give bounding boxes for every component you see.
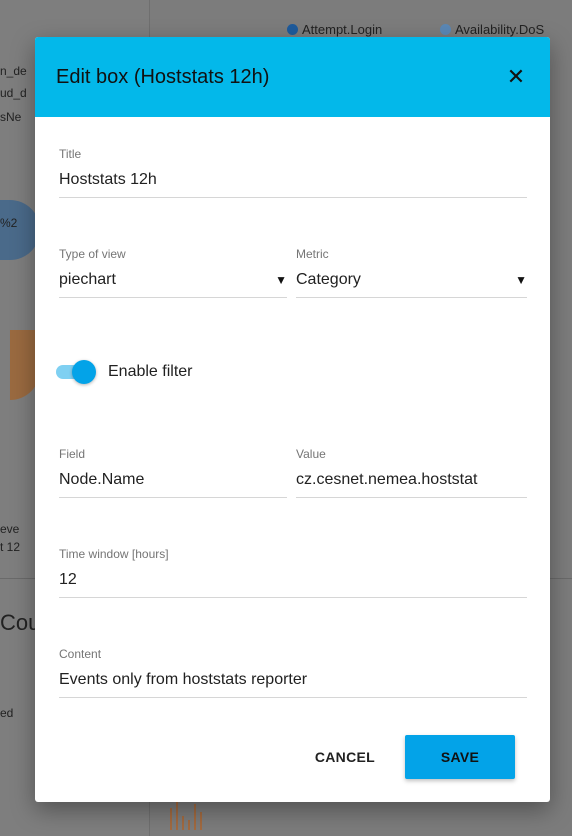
time-window-field[interactable]: Time window [hours] 12 bbox=[59, 547, 527, 598]
backdrop-bar-chart bbox=[170, 800, 202, 830]
legend-label: Availability.DoS bbox=[455, 22, 545, 37]
enable-filter-toggle[interactable]: Enable filter bbox=[56, 360, 193, 384]
content-label: Content bbox=[59, 647, 102, 661]
time-window-label: Time window [hours] bbox=[59, 547, 169, 561]
field-input[interactable]: Node.Name bbox=[59, 471, 287, 498]
backdrop-text: sNe bbox=[0, 110, 22, 124]
legend-dot-icon bbox=[440, 24, 451, 35]
toggle-thumb[interactable] bbox=[72, 360, 96, 384]
title-field[interactable]: Title Hoststats 12h bbox=[59, 147, 527, 198]
filter-field[interactable]: Field Node.Name bbox=[59, 447, 287, 498]
enable-filter-label: Enable filter bbox=[108, 363, 193, 380]
legend-item-availability-dos: Availability.DoS bbox=[440, 22, 544, 37]
type-of-view-dropdown[interactable]: piechart ▼ bbox=[59, 271, 287, 298]
title-input[interactable]: Hoststats 12h bbox=[59, 171, 527, 198]
backdrop-text: t 12 bbox=[0, 540, 21, 554]
field-label: Field bbox=[59, 447, 86, 461]
legend-item-attempt-login: Attempt.Login bbox=[287, 22, 382, 37]
backdrop-text: ud_d bbox=[0, 86, 27, 100]
content-field[interactable]: Content Events only from hoststats repor… bbox=[59, 647, 527, 698]
time-window-input[interactable]: 12 bbox=[59, 571, 527, 598]
backdrop-text: %2 bbox=[0, 216, 18, 230]
title-field-label: Title bbox=[59, 147, 82, 161]
backdrop-text: eve bbox=[0, 522, 20, 536]
dropdown-arrow-icon[interactable]: ▼ bbox=[515, 273, 527, 287]
legend-dot-icon bbox=[287, 24, 298, 35]
dialog-title: Edit box (Hoststats 12h) bbox=[56, 65, 270, 88]
value-input[interactable]: cz.cesnet.nemea.hoststat bbox=[296, 471, 527, 498]
value-label: Value bbox=[296, 447, 326, 461]
metric-label: Metric bbox=[296, 247, 329, 261]
edit-box-dialog: Edit box (Hoststats 12h) ✕ Title Hoststa… bbox=[35, 37, 550, 802]
backdrop-text: ed bbox=[0, 706, 14, 720]
content-input[interactable]: Events only from hoststats reporter bbox=[59, 671, 527, 698]
metric-value: Category bbox=[296, 271, 361, 288]
close-icon[interactable]: ✕ bbox=[504, 64, 528, 89]
metric-dropdown[interactable]: Category ▼ bbox=[296, 271, 527, 298]
backdrop-text: n_de bbox=[0, 64, 27, 78]
type-of-view-label: Type of view bbox=[59, 247, 126, 261]
dialog-header: Edit box (Hoststats 12h) ✕ bbox=[35, 37, 550, 117]
dialog-actions: CANCEL SAVE bbox=[297, 735, 515, 779]
legend-label: Attempt.Login bbox=[302, 22, 383, 37]
save-button[interactable]: SAVE bbox=[405, 735, 515, 779]
filter-value[interactable]: Value cz.cesnet.nemea.hoststat bbox=[296, 447, 527, 498]
dropdown-arrow-icon[interactable]: ▼ bbox=[275, 273, 287, 287]
type-of-view-select[interactable]: Type of view piechart ▼ bbox=[59, 247, 287, 298]
metric-select[interactable]: Metric Category ▼ bbox=[296, 247, 527, 298]
type-of-view-value: piechart bbox=[59, 271, 116, 288]
toggle-switch[interactable] bbox=[56, 360, 96, 384]
cancel-button[interactable]: CANCEL bbox=[297, 735, 393, 779]
